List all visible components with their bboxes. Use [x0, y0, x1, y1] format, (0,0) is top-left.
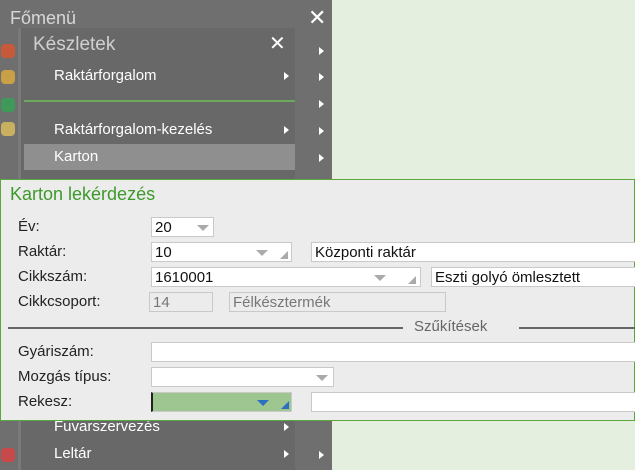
resize-icon	[280, 251, 288, 259]
menu-item-label: Raktárforgalom-kezelés	[54, 121, 213, 138]
chevron-right-icon[interactable]	[319, 154, 324, 162]
raktar-desc[interactable]: Központi raktár	[311, 242, 635, 262]
chevron-right-icon[interactable]	[319, 73, 324, 81]
ev-select[interactable]: 20	[151, 217, 214, 237]
menu-icon[interactable]	[1, 70, 15, 84]
menu-item-karton[interactable]: Karton	[24, 144, 295, 170]
chevron-right-icon[interactable]	[319, 451, 324, 459]
menu-icon[interactable]	[1, 122, 15, 136]
menu-item-leltar[interactable]: Leltár	[24, 441, 295, 467]
chevron-right-icon[interactable]	[319, 47, 324, 55]
mozgas-tipus-select[interactable]	[151, 367, 334, 387]
menu-item-raktarforgalom-kezeles[interactable]: Raktárforgalom-kezelés	[24, 117, 295, 143]
cikkszam-desc[interactable]: Eszti golyó ömlesztett	[431, 267, 635, 287]
separator-line	[519, 327, 635, 329]
raktar-combo[interactable]: 10	[151, 242, 292, 262]
dialog-title: Karton lekérdezés	[10, 184, 156, 204]
menu-item-label: Karton	[54, 148, 99, 165]
chevron-right-icon	[284, 72, 289, 80]
chevron-down-icon	[197, 225, 209, 231]
cikkszam-combo[interactable]: 1610001	[151, 267, 421, 287]
karton-query-dialog: Karton lekérdezés Év: 20 Raktár: 10 Közp…	[0, 179, 635, 421]
rekesz-label: Rekesz:	[18, 393, 73, 410]
chevron-right-icon[interactable]	[319, 100, 324, 108]
menu-item-raktarforgalom[interactable]: Raktárforgalom	[24, 63, 295, 89]
menu-item-label: Raktárforgalom	[54, 67, 157, 84]
raktar-value: 10	[155, 244, 172, 261]
ev-label: Év:	[18, 218, 40, 235]
chevron-right-icon	[284, 126, 289, 134]
divider	[24, 100, 295, 102]
menu-icon[interactable]	[1, 44, 15, 58]
chevron-right-icon	[284, 450, 289, 458]
gyariszam-label: Gyáriszám:	[18, 343, 94, 360]
menu-icon[interactable]	[1, 448, 15, 462]
section-szukitesek: Szűkítések	[414, 318, 488, 335]
close-main-menu-icon[interactable]: ✕	[308, 7, 326, 29]
menu-icon[interactable]	[1, 98, 15, 112]
cikkszam-value: 1610001	[155, 269, 214, 286]
separator-line	[8, 327, 403, 329]
chevron-down-icon	[256, 250, 268, 256]
cikkcsoport-desc: Félkésztermék	[229, 292, 446, 312]
chevron-right-icon[interactable]	[319, 127, 324, 135]
raktar-label: Raktár:	[18, 243, 67, 260]
close-submenu-icon[interactable]: ✕	[269, 33, 286, 55]
resize-icon	[408, 276, 416, 284]
cikkszam-label: Cikkszám:	[18, 268, 88, 285]
chevron-right-icon	[284, 423, 289, 431]
gyariszam-input[interactable]	[151, 342, 635, 362]
rekesz-desc[interactable]	[311, 392, 635, 412]
resize-icon	[281, 401, 289, 409]
menu-item-label: Leltár	[54, 445, 92, 462]
submenu-title: Készletek	[33, 34, 116, 55]
chevron-down-icon	[316, 375, 328, 381]
cikkcsoport-label: Cikkcsoport:	[18, 293, 101, 310]
chevron-down-icon	[257, 400, 269, 406]
mozgas-tipus-label: Mozgás típus:	[18, 368, 112, 385]
ev-value: 20	[155, 219, 172, 236]
chevron-down-icon	[374, 275, 386, 281]
main-menu-title: Főmenü	[10, 8, 77, 28]
cikkcsoport-value: 14	[149, 292, 213, 312]
rekesz-combo[interactable]	[151, 392, 292, 412]
